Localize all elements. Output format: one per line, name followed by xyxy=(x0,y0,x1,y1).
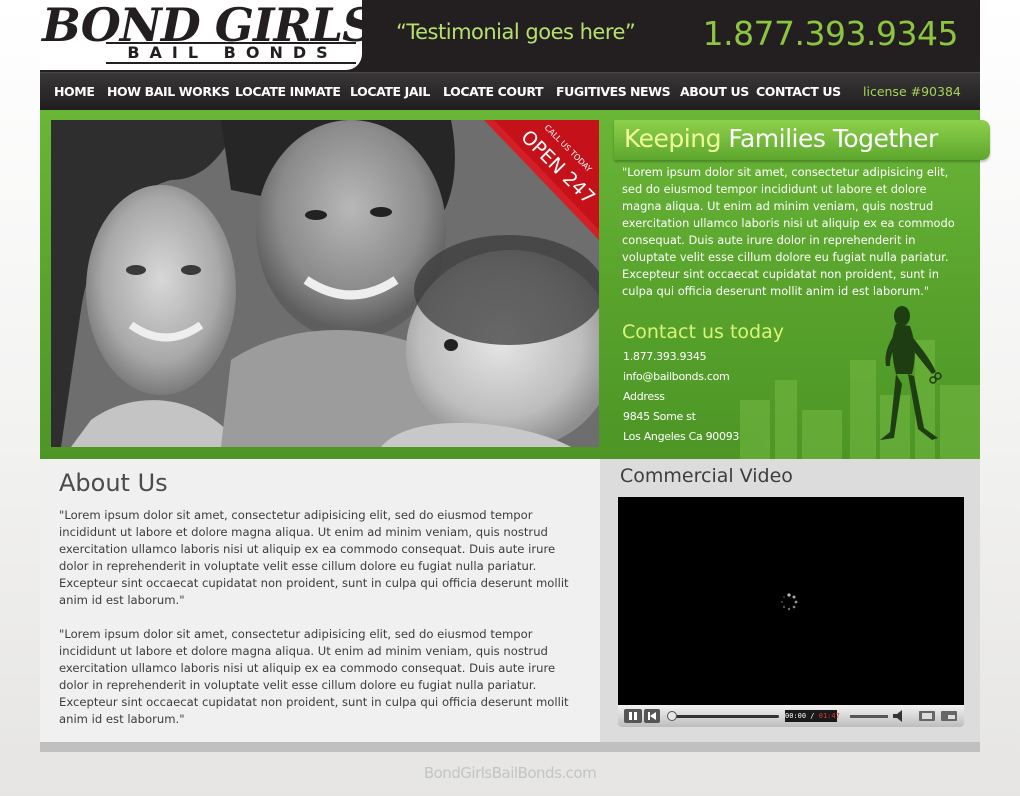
nav-home[interactable]: HOME xyxy=(54,84,95,99)
time-total: 01:47 xyxy=(818,712,840,720)
video-title: Commercial Video xyxy=(620,465,793,487)
seek-bar[interactable] xyxy=(671,715,779,718)
hero-title-rest: Families Together xyxy=(720,124,938,153)
header-phone[interactable]: 1.877.393.9345 xyxy=(703,14,959,53)
about-section: About Us "Lorem ipsum dolor sit amet, co… xyxy=(40,459,600,742)
stop-icon[interactable] xyxy=(644,709,660,723)
contact-heading: Contact us today xyxy=(622,321,784,343)
contact-email[interactable]: info@bailbonds.com xyxy=(623,370,730,383)
contact-phone[interactable]: 1.877.393.9345 xyxy=(623,350,707,363)
video-controls: 00:00 / 01:47 xyxy=(618,705,964,727)
popout-icon[interactable] xyxy=(940,709,958,723)
hero-title-banner: Keeping Families Together xyxy=(614,120,990,160)
video-time: 00:00 / 01:47 xyxy=(785,710,840,722)
nav-fugitives[interactable]: FUGITIVES xyxy=(556,84,627,99)
volume-slider[interactable] xyxy=(850,715,888,718)
nav-contact-us[interactable]: CONTACT US xyxy=(756,84,841,99)
about-title: About Us xyxy=(59,469,168,497)
license-number: license #90384 xyxy=(863,84,961,99)
hero-body-text: "Lorem ipsum dolor sit amet, consectetur… xyxy=(622,165,955,298)
seek-handle[interactable] xyxy=(667,711,677,721)
main-nav: HOME HOW BAIL WORKS LOCATE INMATE LOCATE… xyxy=(40,72,980,111)
time-current: 00:00 xyxy=(785,712,807,720)
logo-sub-text: BAIL BONDS xyxy=(127,43,338,62)
volume-icon[interactable] xyxy=(892,709,908,723)
logo[interactable]: BOND GIRLS BAIL BONDS xyxy=(40,0,375,70)
play-pause-icon[interactable] xyxy=(624,709,642,723)
video-player[interactable] xyxy=(618,497,964,705)
footer-site-name[interactable]: BondGirlsBailBonds.com xyxy=(40,764,980,782)
loading-spinner-icon xyxy=(781,593,798,611)
nav-locate-jail[interactable]: LOCATE JAIL xyxy=(350,84,430,99)
open-247-ribbon: CALL US TODAY OPEN 247 xyxy=(484,120,599,240)
woman-silhouette-graphic xyxy=(880,306,942,440)
hero-title: Keeping Families Together xyxy=(624,124,938,153)
about-paragraph-1: "Lorem ipsum dolor sit amet, consectetur… xyxy=(59,508,569,607)
bottom-divider xyxy=(40,742,980,752)
nav-locate-inmate[interactable]: LOCATE INMATE xyxy=(235,84,341,99)
hero-title-highlight: Keeping xyxy=(624,124,721,153)
nav-news[interactable]: NEWS xyxy=(630,84,671,99)
contact-street: 9845 Some st xyxy=(623,410,696,423)
hero-banner: CALL US TODAY OPEN 247 Keeping Families … xyxy=(40,110,990,459)
header-testimonial: “Testimonial goes here” xyxy=(396,20,636,44)
nav-how-bail-works[interactable]: HOW BAIL WORKS xyxy=(107,84,230,99)
about-paragraph-2: "Lorem ipsum dolor sit amet, consectetur… xyxy=(59,627,569,726)
nav-about-us[interactable]: ABOUT US xyxy=(680,84,749,99)
contact-city: Los Angeles Ca 90093 xyxy=(623,430,740,443)
contact-address-label: Address xyxy=(623,390,665,403)
fullscreen-icon[interactable] xyxy=(918,709,936,723)
video-section: Commercial Video 00:00 / 01:47 xyxy=(600,459,980,742)
site-header: BOND GIRLS BAIL BONDS “Testimonial goes … xyxy=(40,0,980,72)
nav-locate-court[interactable]: LOCATE COURT xyxy=(443,84,544,99)
